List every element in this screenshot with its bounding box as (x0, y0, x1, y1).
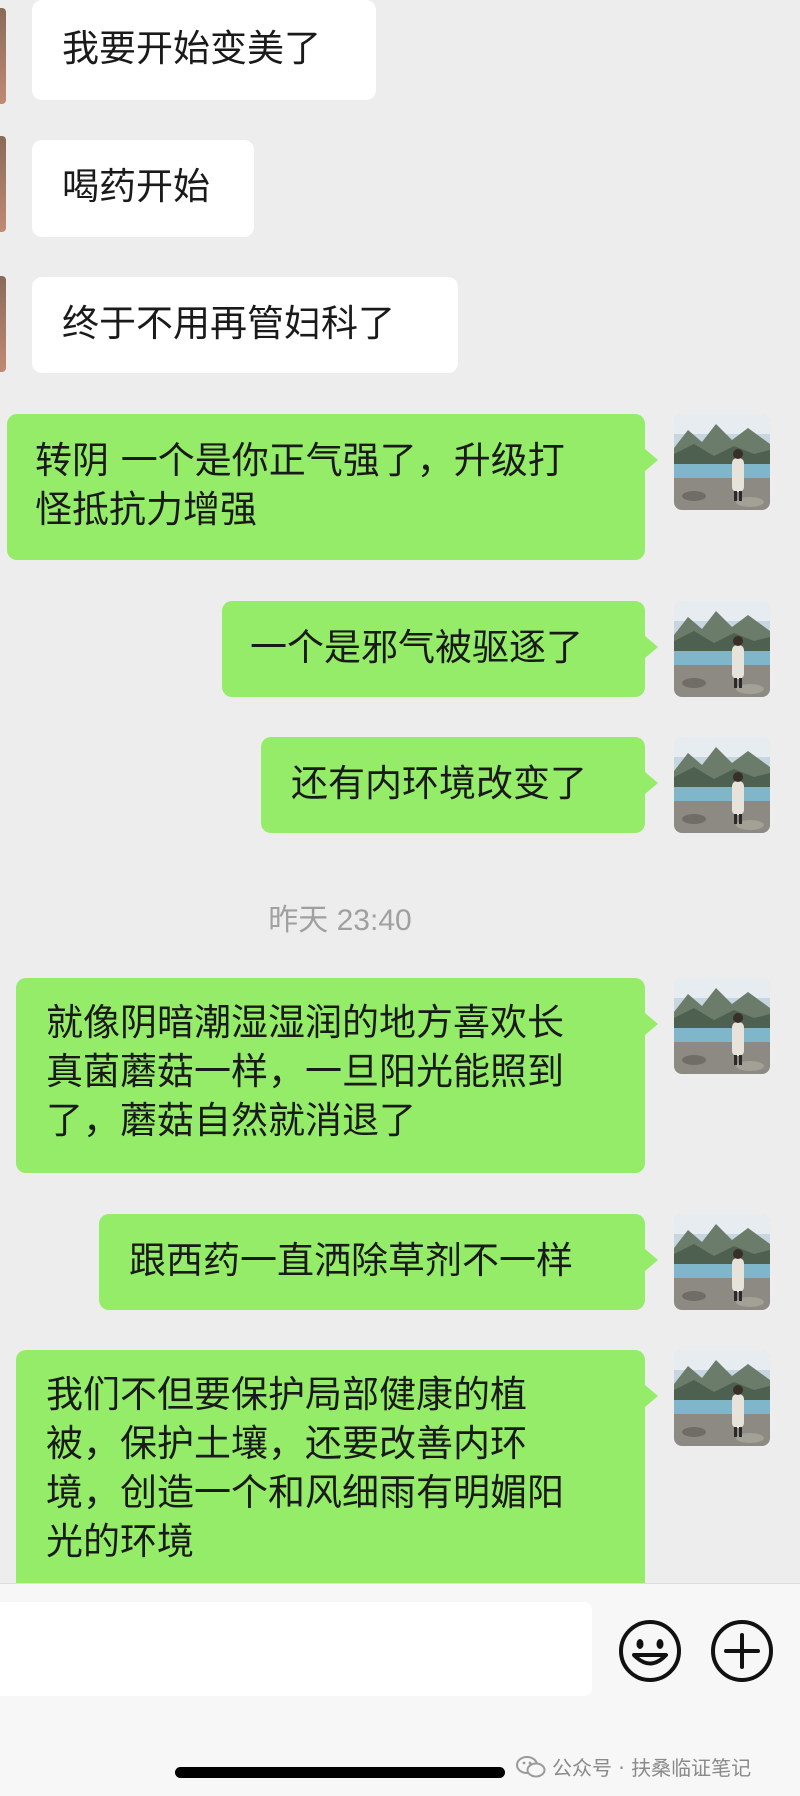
watermark-text: 公众号 · 扶桑临证笔记 (552, 1756, 752, 1780)
message-input[interactable] (0, 1602, 592, 1696)
sent-bubble[interactable]: 我们不但要保护局部健康的植 被，保护土壤，还要改善内环 境，创造一个和风细雨有明… (16, 1350, 645, 1583)
user-avatar[interactable] (674, 1350, 770, 1446)
message-text: 一个是邪气被驱逐了 (250, 626, 583, 669)
sent-bubble[interactable]: 跟西药一直洒除草剂不一样 (99, 1214, 645, 1310)
bubble-tail (645, 1385, 658, 1407)
message-line: 了，蘑菇自然就消退了 (46, 1099, 416, 1142)
message-line: 怪抵抗力增强 (35, 488, 257, 531)
message-text: 喝药开始 (62, 165, 210, 208)
user-avatar[interactable] (674, 1214, 770, 1310)
message-line: 光的环境 (46, 1520, 194, 1563)
message-text: 我要开始变美了 (62, 27, 321, 70)
watermark: 公众号 · 扶桑临证笔记 (516, 1752, 751, 1784)
chat-area[interactable]: 我要开始变美了 喝药开始 终于不用再管妇科了 转阴 一个是你正气强了，升级打 怪… (0, 0, 800, 1583)
message-line: 真菌蘑菇一样，一旦阳光能照到 (46, 1050, 564, 1093)
contact-avatar[interactable] (0, 276, 6, 372)
emoji-icon[interactable] (617, 1618, 683, 1684)
user-avatar[interactable] (674, 601, 770, 697)
user-avatar[interactable] (674, 978, 770, 1074)
message-line: 我们不但要保护局部健康的植 (46, 1373, 527, 1416)
message-text: 终于不用再管妇科了 (62, 302, 395, 345)
input-bar: 公众号 · 扶桑临证笔记 (0, 1583, 800, 1796)
bubble-tail (645, 1013, 658, 1035)
user-avatar[interactable] (674, 737, 770, 833)
received-bubble[interactable]: 喝药开始 (32, 140, 254, 237)
contact-avatar[interactable] (0, 8, 6, 104)
message-text: 跟西药一直洒除草剂不一样 (129, 1239, 573, 1282)
home-indicator (175, 1767, 505, 1778)
wechat-icon (516, 1755, 546, 1784)
message-line: 转阴 一个是你正气强了，升级打 (35, 439, 565, 482)
sent-bubble[interactable]: 就像阴暗潮湿湿润的地方喜欢长 真菌蘑菇一样，一旦阳光能照到 了，蘑菇自然就消退了 (16, 978, 645, 1173)
sent-bubble[interactable]: 还有内环境改变了 (261, 737, 645, 833)
message-line: 被，保护土壤，还要改善内环 (46, 1422, 527, 1465)
sent-bubble[interactable]: 一个是邪气被驱逐了 (222, 601, 645, 697)
message-text: 还有内环境改变了 (291, 762, 587, 805)
message-line: 就像阴暗潮湿湿润的地方喜欢长 (46, 1001, 564, 1044)
message-line: 境，创造一个和风细雨有明媚阳 (46, 1471, 564, 1514)
user-avatar[interactable] (674, 414, 770, 510)
received-bubble[interactable]: 我要开始变美了 (32, 0, 376, 100)
timestamp: 昨天 23:40 (268, 904, 412, 937)
bubble-tail (645, 772, 658, 794)
plus-icon[interactable] (709, 1618, 775, 1684)
contact-avatar[interactable] (0, 136, 6, 232)
received-bubble[interactable]: 终于不用再管妇科了 (32, 277, 458, 373)
bubble-tail (645, 636, 658, 658)
bubble-tail (645, 449, 658, 471)
sent-bubble[interactable]: 转阴 一个是你正气强了，升级打 怪抵抗力增强 (7, 414, 645, 560)
bubble-tail (645, 1249, 658, 1271)
